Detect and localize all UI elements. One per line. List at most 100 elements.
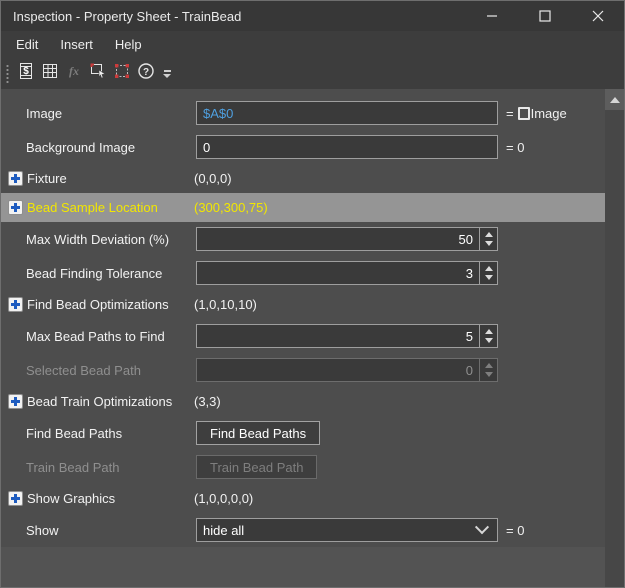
empty-area: [1, 547, 605, 587]
field-label: Train Bead Path: [26, 460, 196, 475]
expand-icon[interactable]: [8, 394, 23, 409]
category-value: (0,0,0): [194, 171, 232, 186]
property-row-fixture[interactable]: Fixture(0,0,0): [1, 164, 605, 193]
property-row-max-bead-paths-to-find: Max Bead Paths to Find5: [1, 319, 605, 353]
spinner-up-icon[interactable]: [485, 329, 493, 334]
category-value: (1,0,0,0,0): [194, 491, 253, 506]
svg-text:$: $: [23, 66, 29, 77]
minimize-icon: [482, 6, 502, 26]
field-control: Train Bead Path: [196, 455, 498, 479]
property-row-find-bead-paths: Find Bead PathsFind Bead Paths: [1, 416, 605, 450]
spinner-down-icon[interactable]: [485, 275, 493, 280]
equals-value: =Image: [506, 106, 567, 121]
field-control: 3: [196, 261, 498, 285]
max-width-deviation-input[interactable]: 50: [196, 227, 498, 251]
field-control: 5: [196, 324, 498, 348]
scrollbar-track[interactable]: [605, 110, 624, 587]
toolbar-overflow-button[interactable]: [163, 70, 171, 78]
property-row-max-width-deviation: Max Width Deviation (%)50: [1, 222, 605, 256]
spinner-down-icon[interactable]: [485, 241, 493, 246]
expand-icon[interactable]: [8, 200, 23, 215]
close-icon: [588, 6, 608, 26]
field-control: 0: [196, 358, 498, 382]
property-grid: Image$A$0=ImageBackground Image0= 0Fixtu…: [1, 96, 605, 547]
expand-icon[interactable]: [8, 171, 23, 186]
menu-help[interactable]: Help: [104, 33, 153, 56]
spin-buttons[interactable]: [479, 325, 497, 347]
property-row-show-graphics[interactable]: Show Graphics(1,0,0,0,0): [1, 484, 605, 513]
category-label: Bead Sample Location: [27, 200, 194, 215]
currency-format-button[interactable]: $: [14, 62, 38, 86]
equals-value: = 0: [506, 523, 524, 538]
bead-finding-tolerance-input[interactable]: 3: [196, 261, 498, 285]
chevron-down-icon: [475, 520, 489, 534]
max-bead-paths-to-find-input[interactable]: 5: [196, 324, 498, 348]
property-row-bead-sample-location[interactable]: Bead Sample Location(300,300,75): [1, 193, 605, 222]
table-icon: [40, 61, 60, 86]
help-button[interactable]: ?: [134, 62, 158, 86]
spinner-up-icon[interactable]: [485, 232, 493, 237]
background-image-input[interactable]: 0: [196, 135, 498, 159]
close-button[interactable]: [571, 1, 624, 31]
number-value: 50: [197, 228, 479, 250]
field-label: Find Bead Paths: [26, 426, 196, 441]
field-control: 0: [196, 135, 498, 159]
property-row-bead-finding-tolerance: Bead Finding Tolerance3: [1, 256, 605, 290]
fit-region-icon: [112, 61, 132, 86]
field-control: 50: [196, 227, 498, 251]
field-control: Find Bead Paths: [196, 421, 498, 445]
equals-value: = 0: [506, 140, 524, 155]
field-label: Show: [26, 523, 196, 538]
maximize-icon: [535, 6, 555, 26]
property-row-image: Image$A$0=Image: [1, 96, 605, 130]
property-grid-area: Image$A$0=ImageBackground Image0= 0Fixtu…: [1, 89, 624, 587]
fit-region-button[interactable]: [110, 62, 134, 86]
field-label: Selected Bead Path: [26, 363, 196, 378]
find-bead-paths-button[interactable]: Find Bead Paths: [196, 421, 320, 445]
expand-icon[interactable]: [8, 297, 23, 312]
fx-icon: fx: [64, 61, 84, 86]
vertical-scrollbar[interactable]: [605, 89, 624, 587]
spinner-up-icon[interactable]: [485, 266, 493, 271]
show-dropdown[interactable]: hide all: [196, 518, 498, 542]
property-row-selected-bead-path: Selected Bead Path0: [1, 353, 605, 387]
image-input[interactable]: $A$0: [196, 101, 498, 125]
spin-buttons[interactable]: [479, 228, 497, 250]
field-label: Background Image: [26, 140, 196, 155]
dropdown-selected-value: hide all: [203, 523, 477, 538]
menu-insert[interactable]: Insert: [49, 33, 104, 56]
maximize-button[interactable]: [518, 1, 571, 31]
property-row-find-bead-optimizations[interactable]: Find Bead Optimizations(1,0,10,10): [1, 290, 605, 319]
help-icon: ?: [136, 61, 156, 86]
property-row-train-bead-path: Train Bead PathTrain Bead Path: [1, 450, 605, 484]
select-region-icon: [88, 61, 108, 86]
titlebar[interactable]: Inspection - Property Sheet - TrainBead: [1, 1, 624, 31]
spin-buttons[interactable]: [479, 262, 497, 284]
menubar: EditInsertHelp: [1, 31, 624, 58]
expand-icon[interactable]: [8, 491, 23, 506]
select-region-button[interactable]: [86, 62, 110, 86]
field-label: Max Width Deviation (%): [26, 232, 196, 247]
scroll-up-icon: [610, 97, 620, 103]
number-value: 0: [197, 359, 479, 381]
insert-function-button: fx: [62, 62, 86, 86]
svg-text:?: ?: [143, 67, 149, 78]
category-label: Fixture: [27, 171, 194, 186]
image-object-icon: [518, 107, 530, 120]
number-value: 3: [197, 262, 479, 284]
table-button[interactable]: [38, 62, 62, 86]
number-value: 5: [197, 325, 479, 347]
spinner-down-icon: [485, 372, 493, 377]
menu-edit[interactable]: Edit: [5, 33, 49, 56]
window-title: Inspection - Property Sheet - TrainBead: [1, 9, 465, 24]
money-table-icon: $: [16, 61, 36, 86]
scrollbar-up-button[interactable]: [605, 89, 624, 110]
category-value: (1,0,10,10): [194, 297, 257, 312]
toolbar-grip-handle[interactable]: [5, 63, 10, 85]
spinner-down-icon[interactable]: [485, 338, 493, 343]
train-bead-path-button: Train Bead Path: [196, 455, 317, 479]
property-row-bead-train-optimizations[interactable]: Bead Train Optimizations(3,3): [1, 387, 605, 416]
property-row-show: Show hide all = 0: [1, 513, 605, 547]
category-label: Show Graphics: [27, 491, 194, 506]
minimize-button[interactable]: [465, 1, 518, 31]
